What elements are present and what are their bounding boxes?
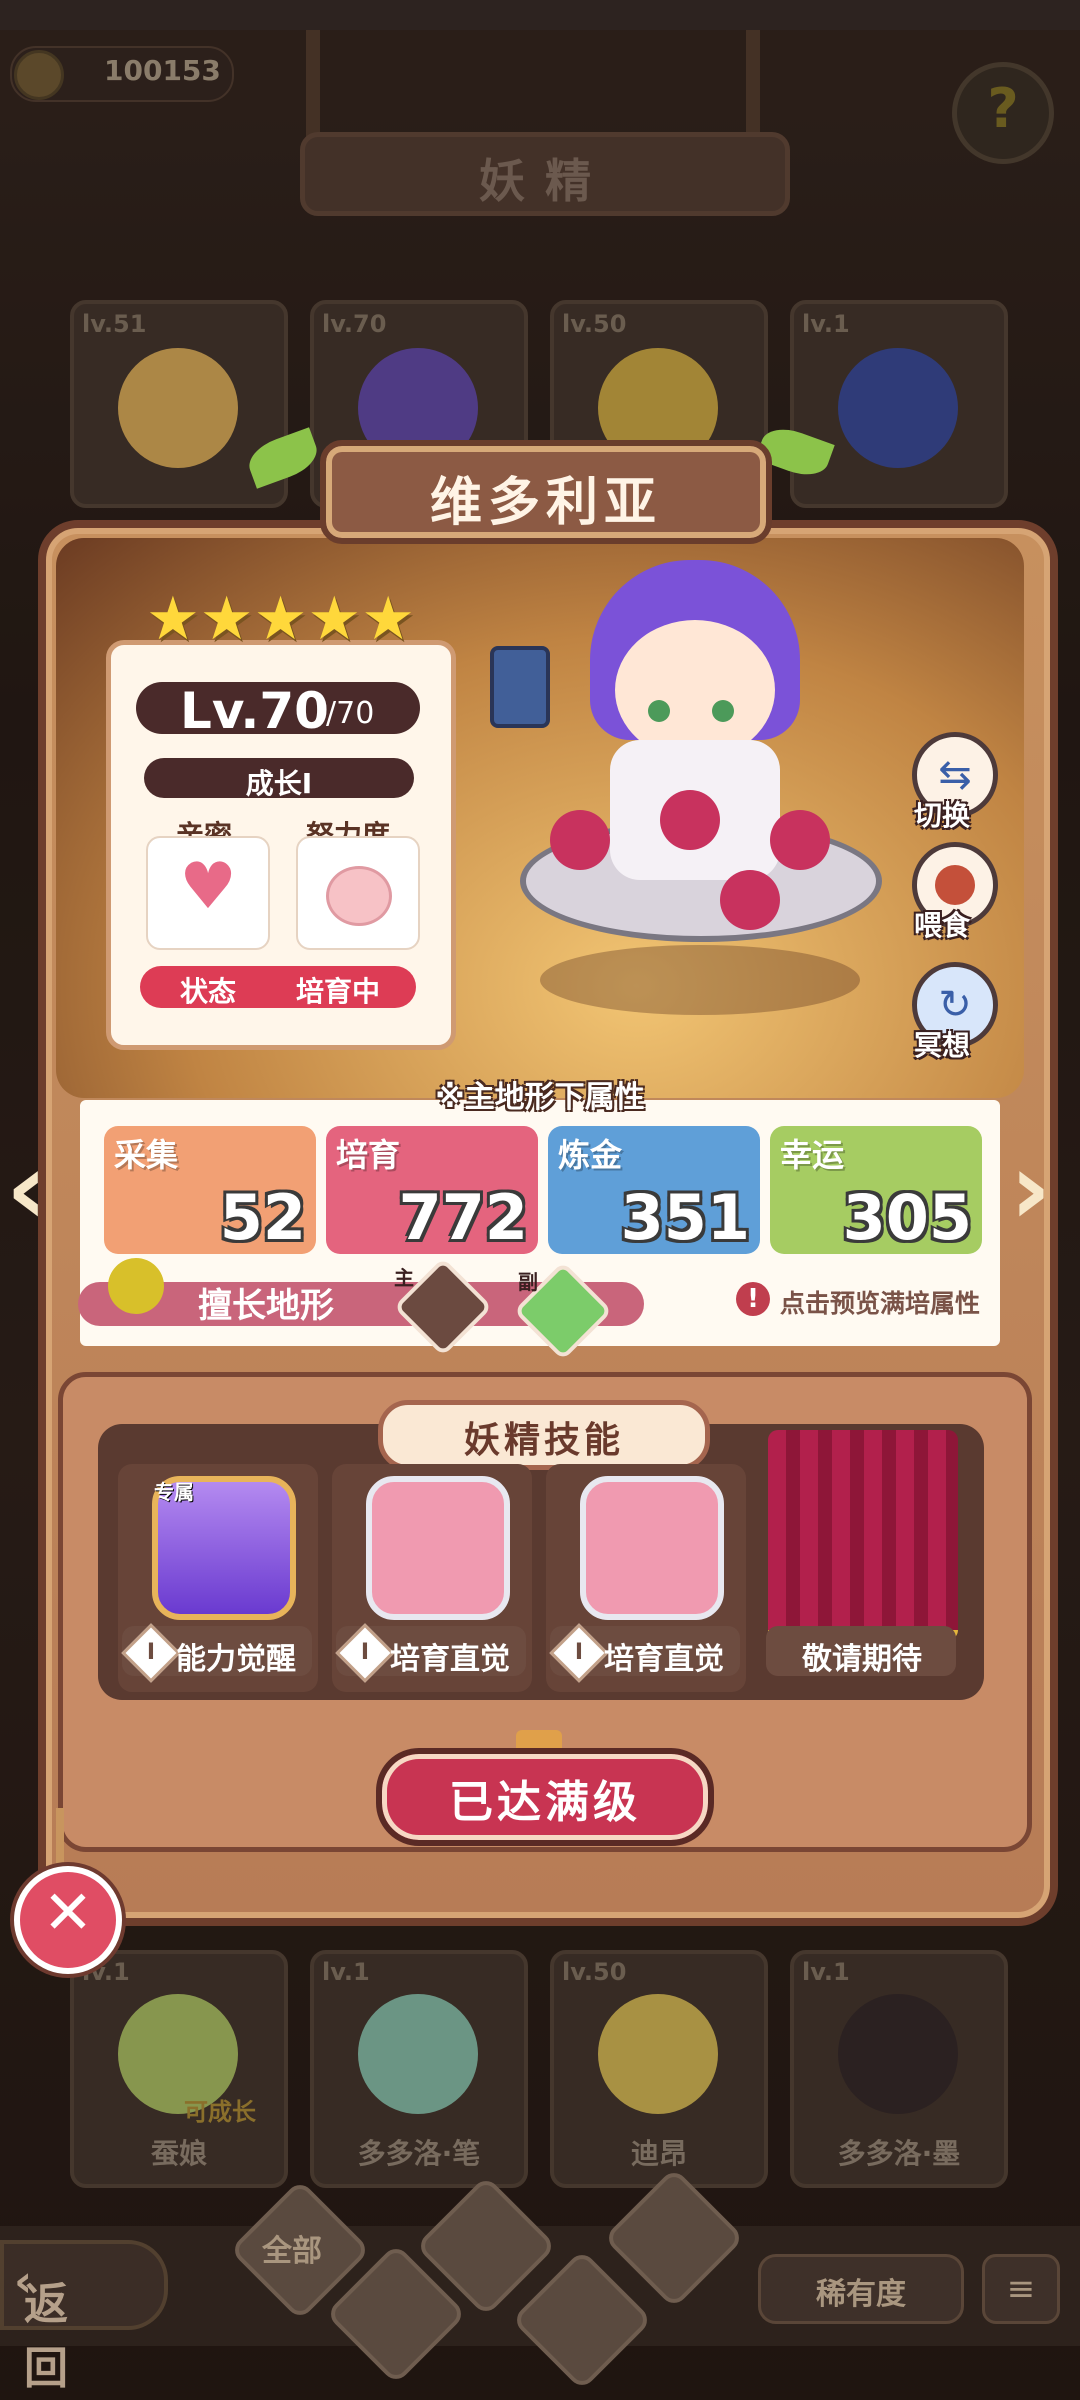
skill-label-bar: I 培育直觉 — [549, 1623, 740, 1683]
skill-name: 培育直觉 — [390, 1642, 510, 1677]
rarity-sort-button[interactable]: 稀有度 — [758, 2254, 964, 2324]
attribute-name: 幸运 — [780, 1136, 845, 1174]
status-bar: 状态 培育中 — [140, 966, 416, 1008]
info-icon[interactable]: I — [121, 1623, 181, 1683]
back-label: ‹ 返回 — [14, 2256, 68, 2394]
intimacy-box[interactable]: ♥ — [146, 836, 270, 950]
attribute-name: 培育 — [336, 1136, 401, 1174]
terrain-label: 擅长地形 — [198, 1286, 334, 1326]
meat-icon — [935, 865, 975, 905]
skill-slot[interactable]: I 培育直觉 — [332, 1464, 532, 1692]
growth-bar: 成长I — [144, 758, 414, 800]
skill-slot[interactable]: 专属 I 能力觉醒 — [118, 1464, 318, 1692]
preview-full-attributes-link[interactable]: 点击预览满培属性 — [780, 1284, 980, 1320]
growth-label: 成长I — [245, 767, 313, 800]
apple-icon — [550, 810, 610, 870]
fairy-name: 维多利亚 — [429, 473, 662, 533]
level-bar: Lv.70 /70 — [136, 682, 420, 740]
feed-label: 喂食 — [914, 909, 971, 942]
apple-icon — [660, 790, 720, 850]
skill-label-bar: I 培育直觉 — [335, 1623, 526, 1683]
star-icon: ★ — [146, 584, 200, 654]
skill-name: 能力觉醒 — [176, 1642, 296, 1677]
skill-label-bar: I 能力觉醒 — [121, 1623, 312, 1683]
filter-all-label: 全部 — [262, 2234, 322, 2269]
info-icon[interactable]: I — [335, 1623, 395, 1683]
max-level-button[interactable]: 已达满级 — [376, 1748, 714, 1846]
skills-title: 妖精技能 — [463, 1420, 624, 1461]
attribute-nurture: 培育 772 — [326, 1126, 538, 1254]
character-face — [615, 620, 775, 760]
skill-name: 培育直觉 — [604, 1642, 724, 1677]
attribute-value: 772 — [398, 1181, 528, 1254]
star-icon: ★ — [307, 584, 362, 654]
sort-order-button[interactable]: ≡ — [982, 2254, 1060, 2324]
watering-can-icon — [580, 1476, 724, 1620]
skill-label-bar: 敬请期待 — [766, 1626, 956, 1677]
close-icon: ✕ — [42, 1878, 94, 1948]
skill-slot[interactable]: I 培育直觉 — [546, 1464, 746, 1692]
attribute-value: 52 — [219, 1181, 306, 1254]
status-value: 培育中 — [296, 975, 381, 1008]
back-button[interactable]: ‹ 返回 — [0, 2240, 168, 2394]
status-label: 状态 — [180, 975, 237, 1008]
max-level-label: 已达满级 — [449, 1777, 641, 1828]
effort-box[interactable] — [296, 836, 420, 950]
attribute-gather: 采集 52 — [104, 1126, 316, 1254]
star-icon: ★ — [253, 584, 308, 654]
star-rating: ★★★★★ — [146, 584, 415, 654]
bulb-hint-icon[interactable] — [108, 1258, 164, 1314]
sub-terrain-tag: 副 — [518, 1270, 538, 1294]
sort-icon: ≡ — [1006, 2269, 1036, 2309]
level-value: Lv.70 — [180, 682, 329, 740]
star-icon: ★ — [199, 584, 254, 654]
attribute-alchemy: 炼金 351 — [548, 1126, 760, 1254]
next-arrow-icon[interactable]: › — [1010, 1130, 1051, 1247]
skills-title-banner: 妖精技能 — [378, 1400, 710, 1470]
info-icon[interactable]: I — [549, 1623, 609, 1683]
prev-arrow-icon[interactable]: ‹ — [6, 1130, 47, 1247]
star-icon: ★ — [361, 584, 415, 654]
attribute-value: 351 — [620, 1181, 750, 1254]
curtain-icon — [768, 1430, 958, 1640]
attribute-name: 采集 — [114, 1136, 179, 1174]
effort-face-icon — [326, 866, 392, 926]
watering-can-icon — [366, 1476, 510, 1620]
attribute-luck: 幸运 305 — [770, 1126, 982, 1254]
level-max: /70 — [326, 696, 375, 731]
attribute-name: 炼金 — [558, 1136, 623, 1174]
character-shadow — [540, 945, 860, 1015]
meditate-label: 冥想 — [914, 1029, 971, 1062]
coming-soon-label: 敬请期待 — [802, 1642, 922, 1677]
alert-icon: ! — [736, 1282, 770, 1316]
close-rope — [56, 1808, 64, 1868]
character-eye — [648, 700, 670, 722]
apple-icon — [720, 870, 780, 930]
fairy-name-plate: 维多利亚 — [320, 440, 772, 544]
attributes-title: ※主地形下属性 — [435, 1080, 645, 1115]
main-terrain-tag: 主 — [394, 1266, 414, 1290]
close-button[interactable]: ✕ — [14, 1866, 122, 1974]
attribute-value: 305 — [842, 1181, 972, 1254]
apple-icon — [770, 810, 830, 870]
character-eye — [712, 700, 734, 722]
tarot-card-icon[interactable] — [490, 646, 550, 728]
exclusive-badge: 专属 — [154, 1480, 194, 1504]
heart-icon: ♥ — [179, 850, 237, 924]
switch-label: 切换 — [914, 799, 971, 832]
rarity-label: 稀有度 — [816, 2277, 906, 2312]
